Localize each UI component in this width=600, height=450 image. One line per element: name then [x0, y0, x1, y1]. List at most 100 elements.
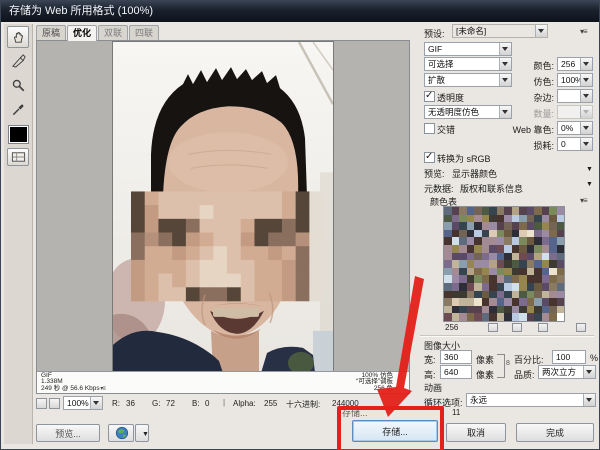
color-swatch[interactable] — [474, 291, 482, 299]
color-swatch[interactable] — [549, 283, 557, 291]
color-swatch[interactable] — [519, 237, 527, 245]
color-swatch[interactable] — [452, 215, 460, 223]
color-swatch[interactable] — [504, 207, 512, 215]
metadata-value[interactable]: 版权和联系信息 — [460, 182, 523, 195]
color-swatch[interactable] — [504, 313, 512, 321]
color-swatch[interactable] — [504, 230, 512, 238]
color-swatch[interactable] — [452, 253, 460, 261]
color-swatch[interactable] — [519, 306, 527, 314]
color-swatch[interactable] — [489, 237, 497, 245]
color-swatch[interactable] — [557, 306, 565, 314]
preset-select[interactable]: [未命名] — [452, 24, 548, 38]
color-swatch[interactable] — [527, 268, 535, 276]
color-swatch[interactable] — [527, 283, 535, 291]
color-swatch[interactable] — [519, 298, 527, 306]
color-swatch[interactable] — [527, 207, 535, 215]
color-swatch[interactable] — [474, 313, 482, 321]
color-swatch[interactable] — [497, 268, 505, 276]
color-swatch[interactable] — [459, 298, 467, 306]
color-swatch[interactable] — [557, 291, 565, 299]
color-swatch[interactable] — [467, 306, 475, 314]
color-swatch[interactable] — [512, 230, 520, 238]
color-swatch[interactable] — [542, 313, 550, 321]
color-swatch[interactable] — [497, 215, 505, 223]
color-swatch[interactable] — [482, 313, 490, 321]
color-swatch[interactable] — [549, 275, 557, 283]
color-swatch[interactable] — [504, 306, 512, 314]
color-swatch[interactable] — [444, 245, 452, 253]
color-swatch[interactable] — [512, 253, 520, 261]
color-swatch[interactable] — [444, 222, 452, 230]
status-small-button-2[interactable] — [49, 398, 60, 409]
color-swatch[interactable] — [527, 313, 535, 321]
color-swatch[interactable] — [504, 260, 512, 268]
color-swatch[interactable] — [504, 245, 512, 253]
dither-arrow[interactable] — [580, 74, 592, 86]
color-swatch[interactable] — [497, 283, 505, 291]
transparency-checkbox[interactable] — [424, 91, 435, 102]
color-swatch[interactable] — [467, 260, 475, 268]
height-field[interactable]: 640 — [440, 365, 472, 379]
color-swatch[interactable] — [512, 207, 520, 215]
color-swatch[interactable] — [512, 313, 520, 321]
color-swatch[interactable] — [534, 268, 542, 276]
color-swatch[interactable] — [519, 230, 527, 238]
cancel-button[interactable]: 取消 — [446, 423, 506, 442]
color-swatch[interactable] — [512, 237, 520, 245]
tab-4up[interactable]: 四联 — [129, 25, 159, 40]
color-swatch[interactable] — [534, 298, 542, 306]
optimize-menu-icon[interactable]: ▾≡ — [580, 27, 587, 36]
color-swatch[interactable] — [474, 268, 482, 276]
color-swatch[interactable] — [542, 275, 550, 283]
color-swatch[interactable] — [549, 245, 557, 253]
color-swatch[interactable] — [474, 215, 482, 223]
color-swatch[interactable] — [534, 237, 542, 245]
color-swatch[interactable] — [467, 268, 475, 276]
color-swatch[interactable] — [452, 222, 460, 230]
color-swatch[interactable] — [474, 237, 482, 245]
color-swatch[interactable] — [497, 306, 505, 314]
color-swatch[interactable] — [557, 268, 565, 276]
color-swatch[interactable] — [527, 237, 535, 245]
color-swatch[interactable] — [549, 207, 557, 215]
color-swatch[interactable] — [489, 260, 497, 268]
color-swatch[interactable] — [444, 260, 452, 268]
color-swatch[interactable] — [549, 298, 557, 306]
color-swatch[interactable] — [497, 237, 505, 245]
format-dropdown-arrow[interactable] — [499, 43, 511, 55]
color-swatch[interactable] — [489, 207, 497, 215]
color-swatch[interactable] — [459, 313, 467, 321]
color-swatch[interactable] — [459, 222, 467, 230]
color-swatch[interactable] — [474, 230, 482, 238]
add-color-icon[interactable] — [538, 323, 548, 332]
color-swatch[interactable] — [474, 253, 482, 261]
color-swatch[interactable] — [549, 268, 557, 276]
color-swatch[interactable] — [482, 237, 490, 245]
color-swatch[interactable] — [534, 283, 542, 291]
color-swatch[interactable] — [467, 215, 475, 223]
color-swatch[interactable] — [534, 260, 542, 268]
interlaced-checkbox[interactable] — [424, 123, 435, 134]
color-swatch[interactable] — [549, 306, 557, 314]
color-swatch[interactable] — [452, 245, 460, 253]
toggle-slices-button[interactable] — [7, 148, 29, 166]
color-swatch[interactable] — [482, 230, 490, 238]
color-swatch[interactable] — [519, 207, 527, 215]
color-swatch[interactable] — [459, 207, 467, 215]
color-swatch[interactable] — [474, 222, 482, 230]
color-swatch[interactable] — [489, 313, 497, 321]
color-swatch[interactable] — [527, 222, 535, 230]
color-swatch[interactable] — [482, 291, 490, 299]
colors-arrow[interactable] — [580, 58, 592, 70]
color-swatch[interactable] — [452, 268, 460, 276]
color-swatch[interactable] — [444, 313, 452, 321]
status-small-button-1[interactable] — [36, 398, 47, 409]
color-swatch[interactable] — [542, 260, 550, 268]
color-swatch[interactable] — [467, 291, 475, 299]
color-swatch[interactable] — [542, 245, 550, 253]
color-reduction-select[interactable]: 可选择 — [424, 57, 512, 71]
color-swatch[interactable] — [519, 313, 527, 321]
color-swatch[interactable] — [474, 298, 482, 306]
color-swatch[interactable] — [497, 230, 505, 238]
color-swatch[interactable] — [549, 313, 557, 321]
